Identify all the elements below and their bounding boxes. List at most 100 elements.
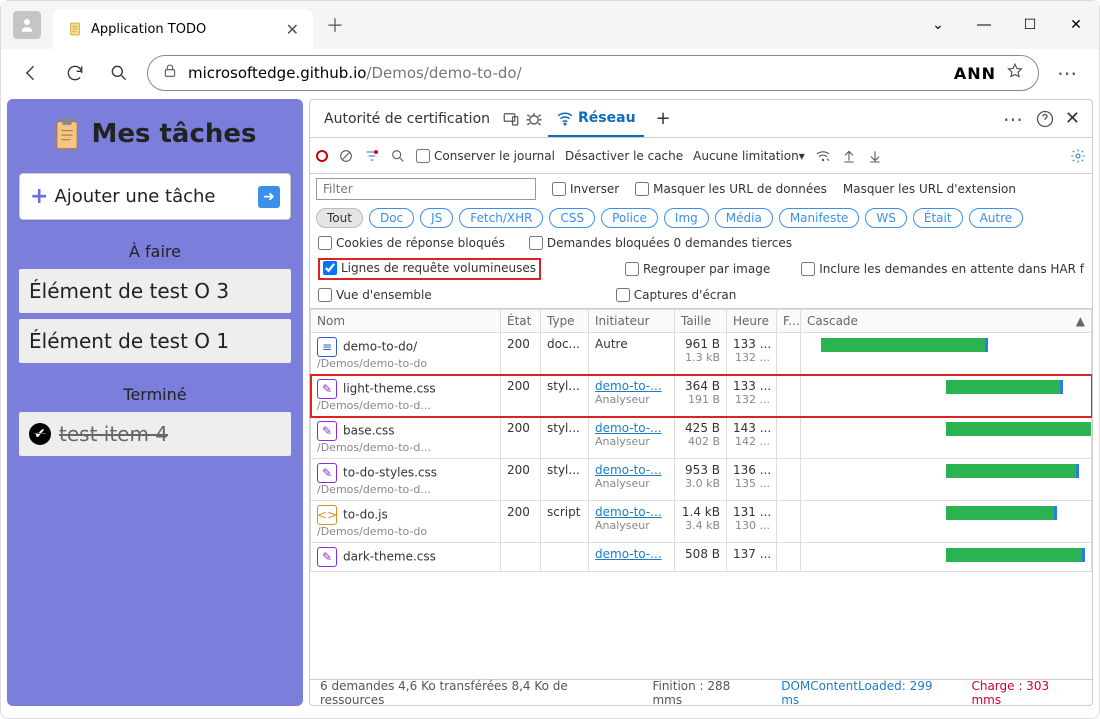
devtools-tabstrip: Autorité de certification Réseau + ⋯ ✕ xyxy=(310,100,1092,138)
help-icon[interactable] xyxy=(1035,109,1055,129)
chip-img[interactable]: Img xyxy=(664,208,709,228)
window-controls: ⌄ ― ☐ ✕ xyxy=(915,5,1099,45)
table-header-row[interactable]: Nom État Type Initiateur Taille Heure F.… xyxy=(311,310,1092,333)
url-text: microsoftedge.github.io/Demos/demo-to-do… xyxy=(188,64,522,82)
browser-menu-button[interactable]: ⋯ xyxy=(1051,61,1085,85)
tab-add[interactable]: + xyxy=(648,100,679,137)
clipboard-icon xyxy=(53,117,81,151)
col-time[interactable]: Heure xyxy=(727,310,777,333)
notepad-icon xyxy=(67,21,83,37)
wifi-icon xyxy=(556,109,574,127)
address-bar: microsoftedge.github.io/Demos/demo-to-do… xyxy=(1,49,1099,97)
task-item[interactable]: Élément de test O 3 xyxy=(19,269,291,313)
clear-button[interactable] xyxy=(338,148,354,164)
window-minimize-button[interactable]: ― xyxy=(961,5,1007,45)
profile-avatar[interactable] xyxy=(13,11,41,39)
favorite-button[interactable] xyxy=(1006,62,1024,84)
lock-icon xyxy=(162,63,178,83)
network-conditions-icon[interactable] xyxy=(815,148,831,164)
upload-icon[interactable] xyxy=(841,148,857,164)
search-icon[interactable] xyxy=(390,148,406,164)
filter-input[interactable] xyxy=(316,178,536,200)
col-initiator[interactable]: Initiateur xyxy=(589,310,675,333)
task-item[interactable]: Élément de test O 1 xyxy=(19,319,291,363)
chip-tout[interactable]: Tout xyxy=(316,208,363,228)
chip-fetch[interactable]: Fetch/XHR xyxy=(459,208,543,228)
invert-checkbox[interactable]: Inverser xyxy=(552,182,619,196)
chip-wasm[interactable]: Était xyxy=(913,208,963,228)
window-maximize-button[interactable]: ☐ xyxy=(1007,5,1053,45)
profile-ann: ANN xyxy=(954,64,996,83)
record-button[interactable] xyxy=(316,150,328,162)
network-statusbar: 6 demandes 4,6 Ko transférées 8,4 Ko de … xyxy=(310,679,1092,705)
chip-manifest[interactable]: Manifeste xyxy=(779,208,860,228)
network-options-row-2: Lignes de requête volumineuses Regrouper… xyxy=(310,256,1092,286)
tab-authority[interactable]: Autorité de certification xyxy=(316,103,498,135)
devtools-more-button[interactable]: ⋯ xyxy=(997,107,1031,131)
network-filter-row: Inverser Masquer les URL de données Masq… xyxy=(310,174,1092,204)
settings-gear-icon[interactable] xyxy=(1070,148,1086,164)
large-rows-checkbox[interactable]: Lignes de requête volumineuses xyxy=(323,261,536,275)
throttle-select[interactable]: Aucune limitation▾ xyxy=(693,149,805,163)
screenshots-checkbox[interactable]: Captures d'écran xyxy=(616,288,737,302)
done-task-item[interactable]: ✔ test item 4 xyxy=(19,412,291,456)
search-button[interactable] xyxy=(103,57,135,89)
download-icon[interactable] xyxy=(867,148,883,164)
col-size[interactable]: Taille xyxy=(675,310,727,333)
col-status[interactable]: État xyxy=(501,310,541,333)
filter-icon[interactable] xyxy=(364,148,380,164)
table-row[interactable]: ✎base.css/Demos/demo-to-d...200styl...de… xyxy=(311,417,1092,459)
preserve-log-checkbox[interactable]: Conserver le journal xyxy=(416,149,555,163)
add-task-input[interactable]: + Ajouter une tâche ➜ xyxy=(19,173,291,220)
tab-close-button[interactable]: ✕ xyxy=(286,20,299,39)
overview-checkbox[interactable]: Vue d'ensemble xyxy=(318,288,432,302)
plus-icon: + xyxy=(30,184,48,209)
disable-cache-checkbox[interactable]: Désactiver le cache xyxy=(565,149,683,163)
add-task-placeholder: Ajouter une tâche xyxy=(54,186,215,207)
chip-css[interactable]: CSS xyxy=(549,208,595,228)
bug-icon[interactable] xyxy=(524,109,544,129)
new-tab-button[interactable]: ＋ xyxy=(319,9,351,41)
device-icon[interactable] xyxy=(502,110,520,128)
app-title: Mes tâches xyxy=(15,117,295,151)
url-box[interactable]: microsoftedge.github.io/Demos/demo-to-do… xyxy=(147,55,1039,91)
table-row[interactable]: ✎dark-theme.cssdemo-to-...508 B137 ... xyxy=(311,543,1092,572)
back-button[interactable] xyxy=(15,57,47,89)
blocked-cookies-checkbox[interactable]: Cookies de réponse bloqués xyxy=(318,236,505,250)
col-type[interactable]: Type xyxy=(541,310,589,333)
chip-media[interactable]: Média xyxy=(715,208,773,228)
window-close-button[interactable]: ✕ xyxy=(1053,5,1099,45)
status-requests: 6 demandes 4,6 Ko transférées 8,4 Ko de … xyxy=(320,679,634,707)
browser-tab[interactable]: Application TODO ✕ xyxy=(53,9,313,49)
table-row[interactable]: ✎light-theme.css/Demos/demo-to-d...200st… xyxy=(311,375,1092,417)
col-waterfall[interactable]: Cascade▲ xyxy=(801,310,1092,333)
check-icon: ✔ xyxy=(29,423,51,445)
chip-doc[interactable]: Doc xyxy=(369,208,414,228)
chip-js[interactable]: JS xyxy=(420,208,453,228)
network-table[interactable]: Nom État Type Initiateur Taille Heure F.… xyxy=(310,308,1092,679)
status-finish: Finition : 288 mms xyxy=(652,679,763,707)
group-by-frame-checkbox[interactable]: Regrouper par image xyxy=(625,258,770,280)
chip-font[interactable]: Police xyxy=(601,208,658,228)
todo-app-panel: Mes tâches + Ajouter une tâche ➜ À faire… xyxy=(7,99,303,706)
include-har-checkbox[interactable]: Inclure les demandes en attente dans HAR… xyxy=(801,258,1084,280)
blocked-requests-checkbox[interactable]: Demandes bloquées 0 demandes tierces xyxy=(529,236,792,250)
tab-network[interactable]: Réseau xyxy=(548,101,644,137)
col-f[interactable]: F... xyxy=(777,310,801,333)
table-row[interactable]: ✎to-do-styles.css/Demos/demo-to-d...200s… xyxy=(311,459,1092,501)
reload-button[interactable] xyxy=(59,57,91,89)
table-row[interactable]: ≡demo-to-do//Demos/demo-to-do200doc...Au… xyxy=(311,333,1092,375)
network-toolbar: Conserver le journal Désactiver le cache… xyxy=(310,138,1092,174)
network-options-row-1: Cookies de réponse bloqués Demandes bloq… xyxy=(310,234,1092,256)
status-dcl: DOMContentLoaded: 299 ms xyxy=(781,679,953,707)
submit-task-button[interactable]: ➜ xyxy=(258,186,280,208)
devtools-close-button[interactable]: ✕ xyxy=(1059,108,1086,129)
status-load: Charge : 303 mms xyxy=(971,679,1082,707)
chip-ws[interactable]: WS xyxy=(865,208,906,228)
hide-data-urls-checkbox[interactable]: Masquer les URL de données xyxy=(635,182,827,196)
col-name[interactable]: Nom xyxy=(311,310,501,333)
chip-other[interactable]: Autre xyxy=(969,208,1024,228)
window-caret-icon[interactable]: ⌄ xyxy=(915,5,961,45)
done-task-label: test item 4 xyxy=(59,422,168,446)
table-row[interactable]: <>to-do.js/Demos/demo-to-do200scriptdemo… xyxy=(311,501,1092,543)
